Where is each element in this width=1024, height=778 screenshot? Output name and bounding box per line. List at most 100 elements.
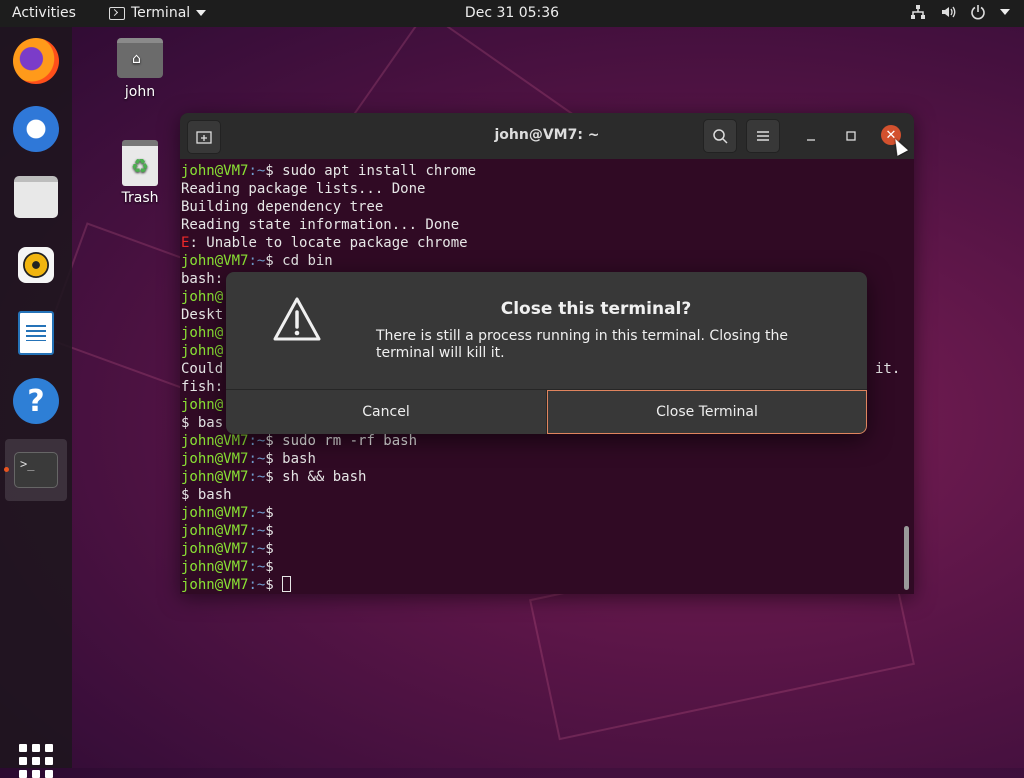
output-text: Deskt	[181, 307, 224, 323]
volume-icon	[942, 6, 956, 18]
new-tab-button[interactable]	[187, 120, 221, 154]
terminal-icon	[109, 6, 125, 20]
activities-button[interactable]: Activities	[12, 5, 76, 21]
cancel-button[interactable]: Cancel	[226, 390, 547, 434]
prompt-user: john@	[181, 325, 224, 341]
output-text: bash:	[181, 271, 224, 287]
terminal-line: Reading package lists... Done	[181, 180, 901, 198]
dock-item-files[interactable]	[12, 173, 60, 221]
minimize-icon	[807, 139, 815, 141]
files-icon	[14, 176, 58, 218]
close-terminal-button[interactable]: Close Terminal	[547, 390, 867, 434]
command-text: $	[265, 559, 274, 575]
output-text: : Unable to locate package chrome	[189, 235, 468, 251]
prompt-path: :~	[248, 541, 266, 557]
output-text: $ bas	[181, 415, 224, 431]
prompt-user: john@VM7	[181, 433, 249, 449]
command-text: $	[265, 505, 274, 521]
dock-item-rhythmbox[interactable]	[12, 241, 60, 289]
terminal-icon: >_	[14, 452, 58, 488]
chevron-down-icon	[1000, 9, 1010, 15]
prompt-user: john@VM7	[181, 523, 249, 539]
terminal-line: E: Unable to locate package chrome	[181, 234, 901, 252]
show-applications-button[interactable]	[19, 744, 53, 778]
prompt-path: :~	[248, 559, 266, 575]
terminal-line: john@VM7:~$	[181, 504, 901, 522]
search-button[interactable]	[703, 119, 737, 153]
command-text: $	[265, 523, 274, 539]
prompt-user: john@VM7	[181, 469, 249, 485]
app-menu-label: Terminal	[131, 5, 191, 21]
menu-button[interactable]	[746, 119, 780, 153]
dock-item-help[interactable]: ?	[12, 377, 60, 425]
prompt-user: john@VM7	[181, 253, 249, 269]
prompt-path: :~	[248, 451, 266, 467]
terminal-line: john@VM7:~$	[181, 576, 901, 594]
search-icon	[713, 129, 728, 144]
command-text: $ sudo apt install chrome	[265, 163, 477, 179]
prompt-path: :~	[248, 523, 266, 539]
prompt-user: john@VM7	[181, 163, 249, 179]
clock[interactable]: Dec 31 05:36	[465, 5, 559, 21]
prompt-user: john@VM7	[181, 577, 249, 593]
desktop-icon-trash[interactable]: ♻ Trash	[105, 140, 175, 206]
system-menu[interactable]	[910, 4, 1010, 20]
desktop-icon-home[interactable]: ⌂ john	[105, 38, 175, 100]
scrollbar[interactable]	[904, 526, 909, 590]
output-text: Building dependency tree	[181, 199, 384, 215]
prompt-path: :~	[248, 253, 266, 269]
terminal-line: john@VM7:~$ sudo apt install chrome	[181, 162, 901, 180]
command-text: $ bash	[265, 451, 316, 467]
chevron-down-icon	[196, 10, 207, 16]
dialog-title: Close this terminal?	[500, 299, 692, 319]
terminal-line: john@VM7:~$ bash	[181, 450, 901, 468]
prompt-user: john@	[181, 289, 224, 305]
home-folder-icon: ⌂	[117, 38, 163, 78]
output-text: Could	[181, 361, 224, 377]
output-text: Reading package lists... Done	[181, 181, 426, 197]
terminal-line: Building dependency tree	[181, 198, 901, 216]
prompt-user: john@	[181, 343, 224, 359]
command-text: $ sh && bash	[265, 469, 367, 485]
output-text: $ bash	[181, 487, 232, 503]
new-tab-icon	[196, 131, 212, 144]
window-title: john@VM7: ~	[494, 127, 600, 143]
power-icon	[971, 5, 985, 20]
rhythmbox-icon	[18, 247, 54, 283]
prompt-path: :~	[248, 469, 266, 485]
trash-icon: ♻	[122, 140, 158, 186]
writer-icon	[18, 311, 54, 355]
output-text: fish:	[181, 379, 224, 395]
terminal-line: john@VM7:~$	[181, 558, 901, 576]
terminal-line: john@VM7:~$ sh && bash	[181, 468, 901, 486]
maximize-icon	[846, 131, 856, 141]
hamburger-icon	[757, 131, 769, 141]
terminal-line: john@VM7:~$	[181, 522, 901, 540]
desktop-icon-label: Trash	[121, 190, 159, 206]
dialog-message: There is still a process running in this…	[376, 328, 789, 361]
warning-icon	[273, 297, 321, 341]
dock: ? >_	[0, 27, 72, 778]
terminal-titlebar[interactable]: john@VM7: ~ ✕	[180, 113, 914, 159]
dock-item-thunderbird[interactable]	[12, 105, 60, 153]
thunderbird-icon	[13, 106, 59, 152]
maximize-button[interactable]	[834, 119, 868, 153]
terminal-line: john@VM7:~$ sudo rm -rf bash	[181, 432, 901, 450]
command-text: $ cd bin	[265, 253, 333, 269]
firefox-icon	[13, 38, 59, 84]
prompt-user: john@	[181, 397, 224, 413]
minimize-button[interactable]	[794, 119, 828, 153]
prompt-path: :~	[248, 163, 266, 179]
dock-item-firefox[interactable]	[12, 37, 60, 85]
desktop-icon-label: john	[124, 84, 156, 100]
prompt-user: john@VM7	[181, 559, 249, 575]
command-text: $	[265, 541, 274, 557]
prompt-user: john@VM7	[181, 451, 249, 467]
text-cursor	[282, 576, 292, 592]
command-text: $ sudo rm -rf bash	[265, 433, 418, 449]
app-menu[interactable]: Terminal	[109, 5, 207, 21]
prompt-path: :~	[248, 577, 266, 593]
dock-item-writer[interactable]	[12, 309, 60, 357]
dock-item-terminal[interactable]: >_	[5, 439, 67, 501]
terminal-line: Reading state information... Done	[181, 216, 901, 234]
